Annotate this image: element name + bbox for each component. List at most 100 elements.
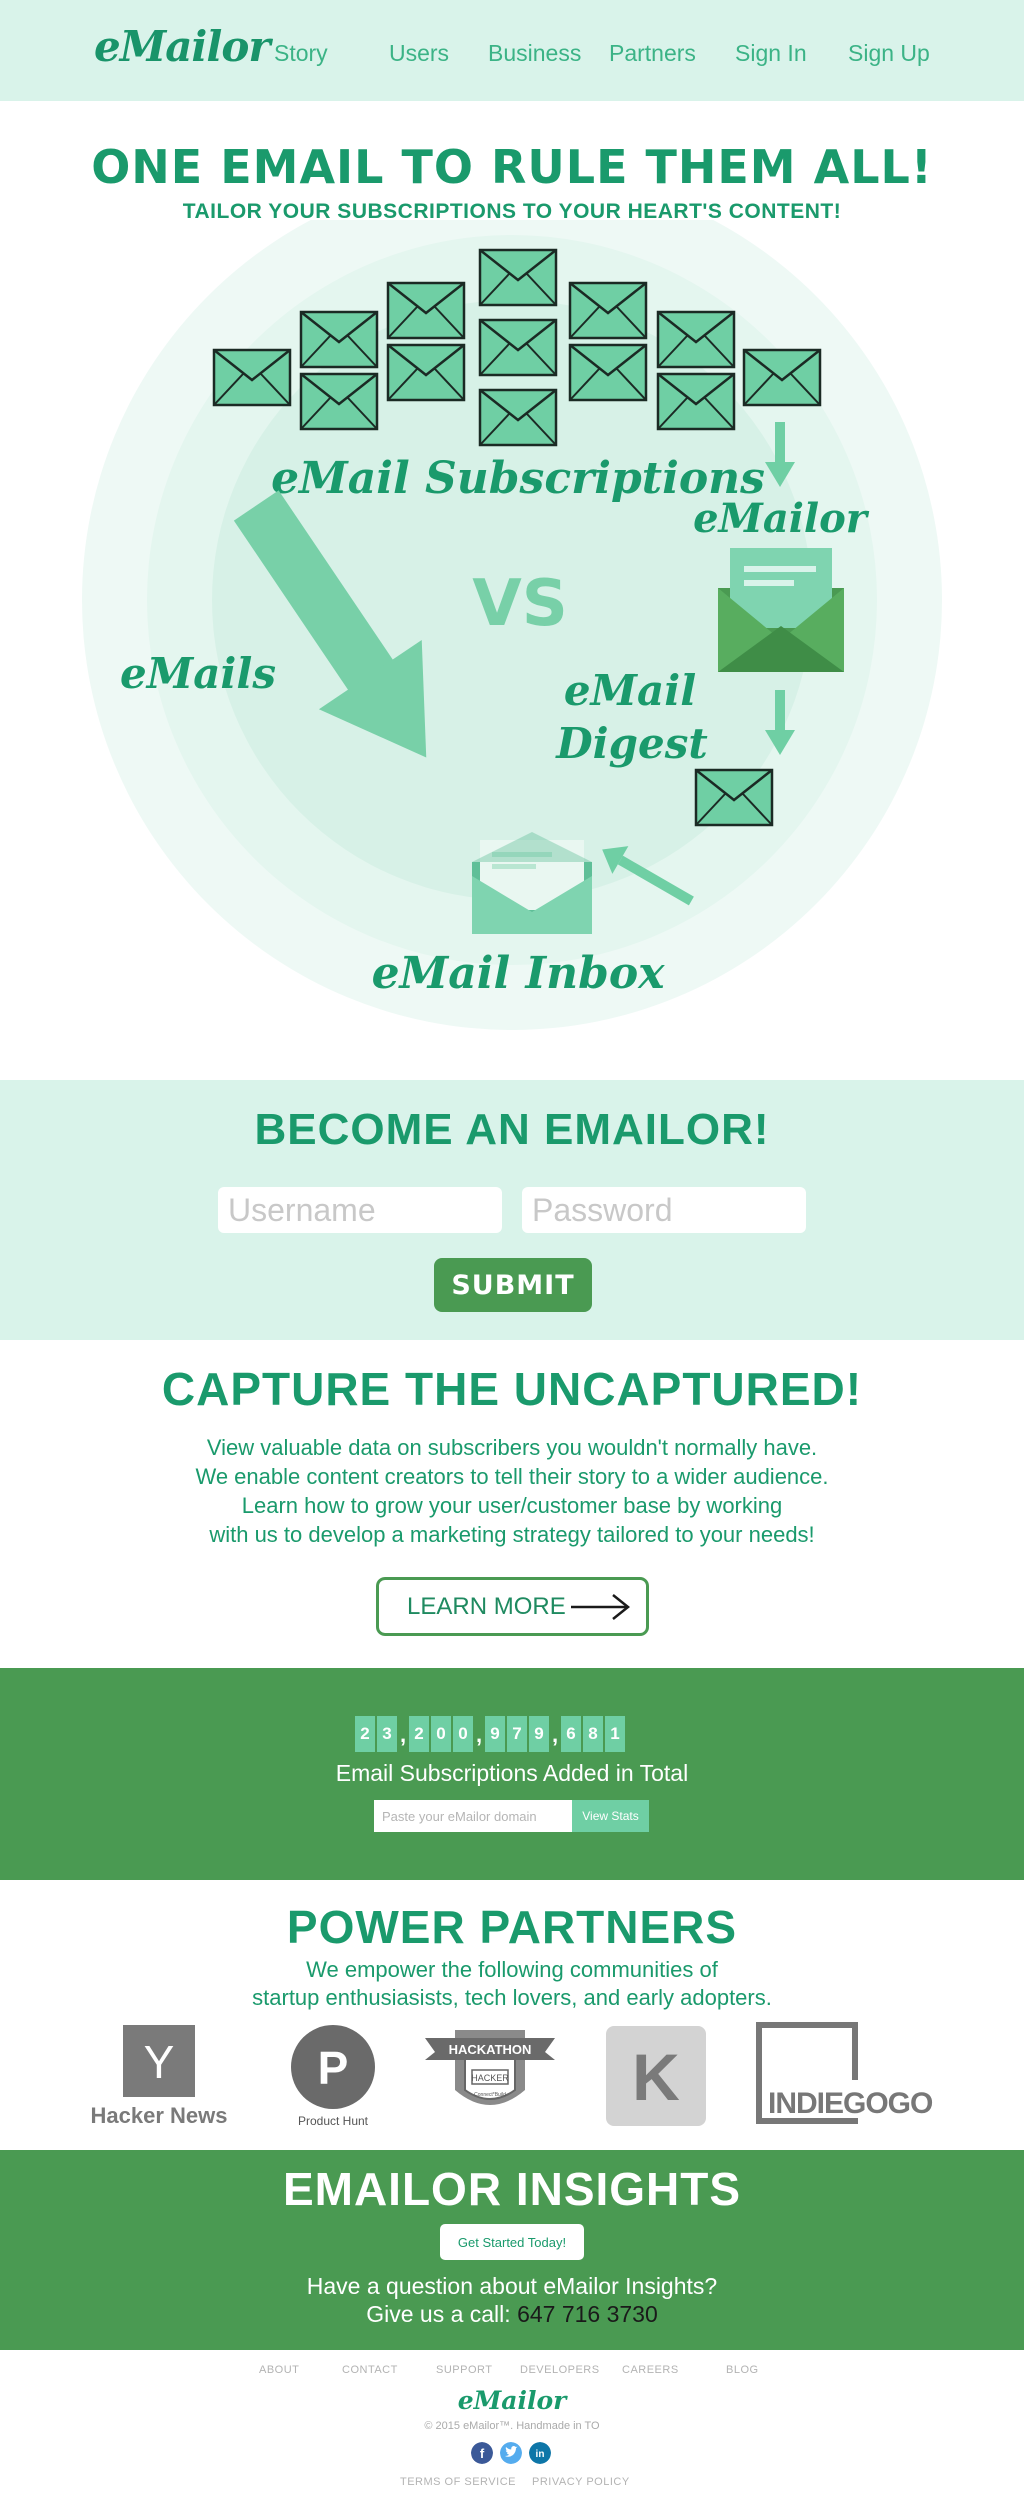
- mail-icon: [299, 310, 379, 369]
- counter-digit: 0: [453, 1716, 473, 1752]
- capture-line: View valuable data on subscribers you wo…: [206, 1435, 818, 1460]
- kickstarter-logo[interactable]: K: [606, 2020, 706, 2135]
- submit-button[interactable]: SUBMIT: [434, 1258, 592, 1312]
- counter-digit: 6: [561, 1716, 581, 1752]
- signup-section: BECOME AN EMAILOR! SUBMIT: [0, 1080, 1024, 1340]
- mail-icon: [568, 281, 648, 340]
- mail-icon: [742, 348, 822, 407]
- nav-business-link[interactable]: Business: [488, 40, 581, 67]
- capture-line: We enable content creators to tell their…: [195, 1464, 829, 1489]
- hacker-news-name: Hacker News: [91, 2103, 228, 2128]
- product-hunt-name: Product Hunt: [298, 2114, 369, 2128]
- product-hunt-logo[interactable]: P Product Hunt: [283, 2020, 383, 2135]
- indiegogo-name: INDIEGOGO: [768, 2087, 933, 2120]
- view-stats-button[interactable]: View Stats: [572, 1800, 649, 1832]
- hackathon-small-text: Connect*Build: [474, 2092, 506, 2098]
- footer-support-link[interactable]: SUPPORT: [436, 2364, 492, 2376]
- capture-line: with us to develop a marketing strategy …: [209, 1522, 815, 1547]
- insights-title: EMAILOR INSIGHTS: [282, 2163, 742, 2215]
- footer-blog-link[interactable]: BLOG: [726, 2364, 759, 2376]
- footer-about-link[interactable]: ABOUT: [259, 2364, 299, 2376]
- hacker-news-letter: Y: [144, 2036, 175, 2088]
- footer-contact-link[interactable]: CONTACT: [342, 2364, 398, 2376]
- counter-digit: 1: [605, 1716, 625, 1752]
- twitter-icon[interactable]: [500, 2442, 522, 2464]
- hackathon-inner-text: HACKER: [471, 2073, 509, 2083]
- counter-digit: 2: [355, 1716, 375, 1752]
- email-flow-diagram: eMail Subscriptions eMails VS eMailor eM…: [82, 220, 942, 1030]
- footer-copyright: © 2015 eMailor™. Handmade in TO: [424, 2420, 600, 2432]
- counter-separator: ,: [552, 1722, 559, 1747]
- stats-label: Email Subscriptions Added in Total: [335, 1760, 689, 1786]
- top-nav: eMailor Story Users Business Partners Si…: [0, 0, 1024, 101]
- phone-number[interactable]: 647 716 3730: [517, 2301, 658, 2327]
- signup-title: BECOME AN EMAILOR!: [254, 1105, 770, 1154]
- call-prefix: Give us a call:: [366, 2301, 518, 2327]
- mail-icon: [212, 348, 292, 407]
- learn-more-button[interactable]: LEARN MORE: [376, 1577, 649, 1636]
- insights-call: Give us a call: 647 716 3730: [0, 2301, 1024, 2328]
- counter-separator: ,: [476, 1722, 483, 1747]
- footer-logo[interactable]: eMailor: [0, 2386, 1024, 2415]
- counter-digit: 8: [583, 1716, 603, 1752]
- linkedin-icon[interactable]: in: [529, 2442, 551, 2464]
- inbox-envelope-icon: [472, 832, 592, 934]
- hackathon-hacker-logo[interactable]: HACKATHON HACKER Connect*Build: [420, 2020, 560, 2135]
- privacy-policy-link[interactable]: PRIVACY POLICY: [532, 2476, 630, 2488]
- nav-story-link[interactable]: Story: [274, 40, 328, 67]
- footer-careers-link[interactable]: CAREERS: [622, 2364, 679, 2376]
- emailor-envelope-icon: [718, 548, 844, 672]
- indiegogo-logo[interactable]: INDIEGOGO: [756, 2020, 956, 2135]
- svg-text:in: in: [536, 2449, 545, 2460]
- inbox-label: eMail Inbox: [372, 948, 666, 999]
- svg-text:f: f: [480, 2446, 485, 2461]
- password-input[interactable]: [522, 1187, 806, 1233]
- kickstarter-letter: K: [632, 2040, 680, 2114]
- mail-icon: [568, 343, 648, 402]
- hacker-news-logo[interactable]: Y Hacker News: [74, 2020, 244, 2135]
- counter-digit: 7: [507, 1716, 527, 1752]
- mail-icon: [386, 343, 466, 402]
- footer-developers-link[interactable]: DEVELOPERS: [520, 2364, 600, 2376]
- mail-icon: [478, 248, 558, 307]
- subscriptions-label: eMail Subscriptions: [271, 453, 765, 504]
- partners-title: POWER PARTNERS: [286, 1901, 738, 1953]
- capture-title: CAPTURE THE UNCAPTURED!: [161, 1363, 863, 1415]
- username-input[interactable]: [218, 1187, 502, 1233]
- nav-sign-in-link[interactable]: Sign In: [735, 40, 807, 67]
- learn-more-label: LEARN MORE: [407, 1593, 566, 1620]
- capture-line: Learn how to grow your user/customer bas…: [241, 1493, 783, 1518]
- stats-section: 23,200,979,681 Email Subscriptions Added…: [0, 1668, 1024, 1880]
- partners-line: startup enthusiasists, tech lovers, and …: [252, 1985, 772, 2010]
- product-hunt-letter: P: [318, 2042, 349, 2094]
- nav-sign-up-link[interactable]: Sign Up: [848, 40, 930, 67]
- get-started-button[interactable]: Get Started Today!: [440, 2224, 584, 2260]
- counter-digit: 2: [409, 1716, 429, 1752]
- emailor-label: eMailor: [693, 495, 870, 542]
- emails-label: eMails: [120, 649, 276, 698]
- partners-line: We empower the following communities of: [306, 1957, 718, 1982]
- mail-icon: [656, 310, 736, 369]
- counter-digit: 3: [377, 1716, 397, 1752]
- mail-icon: [299, 372, 379, 431]
- insights-section: EMAILOR INSIGHTS Get Started Today! Have…: [0, 2150, 1024, 2350]
- arrow-right-icon: [571, 1594, 631, 1620]
- brand-logo[interactable]: eMailor: [94, 22, 270, 71]
- insights-question: Have a question about eMailor Insights?: [306, 2273, 718, 2299]
- mail-icon: [478, 318, 558, 377]
- nav-partners-link[interactable]: Partners: [609, 40, 696, 67]
- domain-input[interactable]: [374, 1800, 572, 1832]
- digest-mail-icon: [694, 768, 774, 827]
- hackathon-banner-text: HACKATHON: [449, 2042, 532, 2057]
- mail-icon: [478, 388, 558, 447]
- vs-label: VS: [472, 567, 568, 641]
- counter-digit: 9: [485, 1716, 505, 1752]
- terms-of-service-link[interactable]: TERMS OF SERVICE: [400, 2476, 516, 2488]
- digest-label-line2: Digest: [555, 719, 708, 768]
- counter-digit: 9: [529, 1716, 549, 1752]
- digest-label-line1: eMail: [564, 666, 696, 715]
- hero-title: ONE EMAIL TO RULE THEM ALL!: [91, 140, 933, 194]
- facebook-icon[interactable]: f: [471, 2442, 493, 2464]
- nav-users-link[interactable]: Users: [389, 40, 449, 67]
- counter-separator: ,: [400, 1722, 407, 1747]
